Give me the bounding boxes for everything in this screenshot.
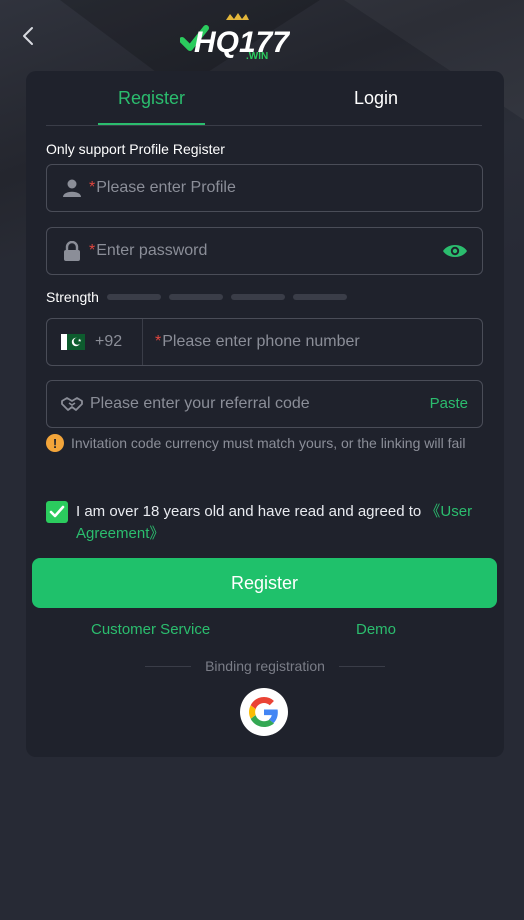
strength-bar [292, 294, 347, 300]
chevron-left-icon [23, 27, 33, 45]
check-icon [49, 505, 65, 518]
strength-bar [168, 294, 223, 300]
warning-icon: ! [46, 434, 64, 452]
agreement-text: I am over 18 years old and have read and… [76, 501, 486, 545]
password-input[interactable] [96, 242, 417, 260]
agreement-checkbox[interactable] [46, 501, 68, 523]
tab-bar: Register Login [26, 71, 504, 127]
binding-label: Binding registration [205, 658, 325, 674]
strength-label: Strength [46, 289, 99, 305]
divider-line [145, 665, 192, 667]
svg-text:HQ177: HQ177 [194, 26, 290, 59]
country-code-selector[interactable]: +92 [47, 319, 143, 365]
phone-field[interactable]: +92 * [46, 318, 483, 366]
lock-icon [61, 240, 83, 262]
profile-input[interactable] [96, 179, 457, 197]
phone-input[interactable] [162, 333, 463, 351]
profile-field[interactable]: * [46, 164, 483, 212]
customer-service-link[interactable]: Customer Service [91, 621, 210, 638]
eye-icon[interactable] [442, 240, 468, 262]
tab-register[interactable]: Register [98, 71, 205, 125]
agreement-row: I am over 18 years old and have read and… [46, 501, 486, 545]
strength-bar [106, 294, 161, 300]
referral-warning: ! Invitation code currency must match yo… [46, 433, 486, 454]
handshake-icon [61, 393, 83, 415]
paste-button[interactable]: Paste [430, 395, 468, 412]
country-code: +92 [95, 333, 123, 350]
back-button[interactable] [14, 22, 42, 50]
user-icon [61, 177, 83, 199]
referral-field[interactable]: Paste [46, 380, 483, 428]
password-strength: Strength [46, 289, 355, 305]
register-button[interactable]: Register [32, 558, 497, 608]
google-login-button[interactable] [240, 688, 288, 736]
header: HQ177 .WIN [0, 0, 524, 70]
tabs-divider [46, 125, 482, 126]
agreement-label: I am over 18 years old and have read and… [76, 503, 426, 520]
referral-input[interactable] [90, 395, 410, 413]
required-mark: * [155, 333, 162, 350]
required-mark: * [89, 179, 96, 196]
register-card: Register Login Only support Profile Regi… [26, 71, 504, 757]
warning-text: Invitation code currency must match your… [71, 435, 466, 451]
binding-registration: Binding registration [26, 658, 504, 674]
tab-login[interactable]: Login [320, 71, 432, 125]
svg-text:.WIN: .WIN [246, 51, 268, 62]
section-label: Only support Profile Register [46, 141, 225, 157]
password-field[interactable]: * [46, 227, 483, 275]
strength-bar [230, 294, 285, 300]
demo-link[interactable]: Demo [356, 621, 396, 638]
pakistan-flag-icon [61, 334, 85, 350]
required-mark: * [89, 242, 96, 259]
logo: HQ177 .WIN [180, 13, 290, 62]
google-icon [249, 697, 278, 727]
divider-line [338, 665, 385, 667]
